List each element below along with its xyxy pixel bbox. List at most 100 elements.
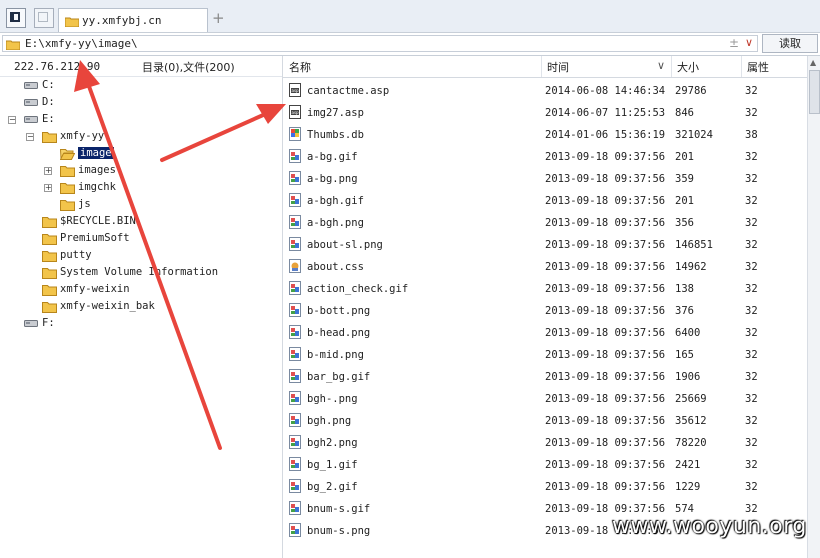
- tab-label: yy.xmfybj.cn: [82, 14, 162, 27]
- file-name: about-sl.png: [307, 239, 383, 251]
- file-attr: 38: [745, 129, 758, 141]
- path-input[interactable]: E:\xmfy-yy\image\ ± ∨: [2, 35, 758, 52]
- tab-active[interactable]: yy.xmfybj.cn: [58, 8, 208, 32]
- file-name: a-bgh.png: [307, 217, 364, 229]
- file-row[interactable]: Thumbs.db 2014-01-06 15:36:19 321024 38: [283, 124, 803, 146]
- tree-node-label: C:: [42, 79, 55, 91]
- file-row[interactable]: bgh.png 2013-09-18 09:37:56 35612 32: [283, 410, 803, 432]
- folder-icon: [60, 182, 75, 197]
- file-row[interactable]: a-bg.png 2013-09-18 09:37:56 359 32: [283, 168, 803, 190]
- file-row[interactable]: bg_1.gif 2013-09-18 09:37:56 2421 32: [283, 454, 803, 476]
- column-divider[interactable]: [671, 56, 672, 77]
- file-row[interactable]: about.css 2013-09-18 09:37:56 14962 32: [283, 256, 803, 278]
- scrollbar-thumb[interactable]: [809, 70, 820, 114]
- file-size: 376: [675, 305, 694, 317]
- panel-icon: [10, 12, 20, 22]
- svg-text:asp: asp: [292, 88, 300, 93]
- file-row[interactable]: bg_2.gif 2013-09-18 09:37:56 1229 32: [283, 476, 803, 498]
- directory-tree-panel: 222.76.212.90 目录(0),文件(200) C: D: E: − xmfy-…: [0, 56, 283, 558]
- file-name: b-bott.png: [307, 305, 371, 317]
- image-file-icon: [289, 457, 301, 471]
- file-name: a-bg.gif: [307, 151, 358, 163]
- folder-icon: [42, 250, 57, 265]
- chevron-down-icon[interactable]: ∨: [745, 36, 753, 49]
- expand-icon[interactable]: +: [44, 167, 52, 175]
- image-file-icon: [289, 413, 301, 427]
- column-time[interactable]: 时间: [547, 59, 569, 75]
- asp-file-icon: asp: [289, 83, 301, 97]
- tree-node-label: imgchk: [78, 181, 116, 193]
- folder-icon: [42, 131, 57, 146]
- file-row[interactable]: a-bgh.gif 2013-09-18 09:37:56 201 32: [283, 190, 803, 212]
- file-attr: 32: [745, 283, 758, 295]
- tree-node-label: F:: [42, 317, 55, 329]
- file-time: 2013-09-18 09:37:56: [545, 305, 666, 317]
- file-attr: 32: [745, 349, 758, 361]
- file-attr: 32: [745, 481, 758, 493]
- image-file-icon: [289, 325, 301, 339]
- file-size: 1229: [675, 481, 701, 493]
- file-name: Thumbs.db: [307, 129, 364, 141]
- expand-icon[interactable]: +: [44, 184, 52, 192]
- file-row[interactable]: bar_bg.gif 2013-09-18 09:37:56 1906 32: [283, 366, 803, 388]
- file-size: 165: [675, 349, 694, 361]
- file-time: 2013-09-18 09:37:56: [545, 459, 666, 471]
- column-name[interactable]: 名称: [289, 59, 311, 75]
- plus-minus-button[interactable]: ±: [729, 36, 739, 50]
- tree-header: 222.76.212.90 目录(0),文件(200): [0, 56, 282, 77]
- file-size: 359: [675, 173, 694, 185]
- vertical-scrollbar[interactable]: ▲: [807, 56, 820, 558]
- file-time: 2014-01-06 15:36:19: [545, 129, 666, 141]
- file-row[interactable]: a-bgh.png 2013-09-18 09:37:56 356 32: [283, 212, 803, 234]
- file-attr: 32: [745, 107, 758, 119]
- column-attr[interactable]: 属性: [747, 59, 769, 75]
- item-count: 目录(0),文件(200): [142, 61, 235, 74]
- file-size: 29786: [675, 85, 707, 97]
- file-size: 201: [675, 195, 694, 207]
- file-row[interactable]: bgh-.png 2013-09-18 09:37:56 25669 32: [283, 388, 803, 410]
- scroll-up-icon[interactable]: ▲: [810, 58, 816, 67]
- column-size[interactable]: 大小: [677, 59, 699, 75]
- tree-node-label: xmfy-weixin: [60, 283, 130, 295]
- file-time: 2013-09-18 09:37:56: [545, 437, 666, 449]
- file-row[interactable]: a-bg.gif 2013-09-18 09:37:56 201 32: [283, 146, 803, 168]
- column-divider[interactable]: [541, 56, 542, 77]
- file-row[interactable]: asp cantactme.asp 2014-06-08 14:46:34 29786…: [283, 80, 803, 102]
- file-time: 2013-09-18 09:37:56: [545, 349, 666, 361]
- watermark: www.wooyun.org: [612, 514, 807, 539]
- collapse-icon[interactable]: −: [8, 116, 16, 124]
- collapse-icon[interactable]: −: [26, 133, 34, 141]
- file-attr: 32: [745, 195, 758, 207]
- file-time: 2013-09-18 09:37:56: [545, 481, 666, 493]
- folder-icon: [6, 40, 20, 50]
- drive-icon: [24, 318, 38, 331]
- file-row[interactable]: action_check.gif 2013-09-18 09:37:56 138 32: [283, 278, 803, 300]
- folder-icon: [42, 301, 57, 316]
- file-size: 138: [675, 283, 694, 295]
- file-time: 2013-09-18 09:37:56: [545, 261, 666, 273]
- file-row[interactable]: b-bott.png 2013-09-18 09:37:56 376 32: [283, 300, 803, 322]
- file-time: 2014-06-07 11:25:53: [545, 107, 666, 119]
- file-time: 2013-09-18 09:37:56: [545, 393, 666, 405]
- file-attr: 32: [745, 327, 758, 339]
- file-time: 2013-09-18 09:37:56: [545, 327, 666, 339]
- panel-toggle-button[interactable]: [6, 8, 26, 28]
- drive-icon: [24, 80, 38, 93]
- file-row[interactable]: about-sl.png 2013-09-18 09:37:56 146851 32: [283, 234, 803, 256]
- read-button[interactable]: 读取: [762, 34, 818, 53]
- file-row[interactable]: asp img27.asp 2014-06-07 11:25:53 846 32: [283, 102, 803, 124]
- add-tab-button[interactable]: +: [212, 9, 225, 27]
- file-row[interactable]: b-head.png 2013-09-18 09:37:56 6400 32: [283, 322, 803, 344]
- file-row[interactable]: bgh2.png 2013-09-18 09:37:56 78220 32: [283, 432, 803, 454]
- folder-icon: [42, 233, 57, 248]
- file-attr: 32: [745, 85, 758, 97]
- css-file-icon: [289, 259, 301, 273]
- folder-icon: [42, 216, 57, 231]
- file-size: 1906: [675, 371, 701, 383]
- window-button[interactable]: [34, 8, 54, 28]
- file-time: 2013-09-18 09:37:56: [545, 415, 666, 427]
- svg-text:asp: asp: [292, 110, 300, 115]
- file-row[interactable]: b-mid.png 2013-09-18 09:37:56 165 32: [283, 344, 803, 366]
- column-divider[interactable]: [741, 56, 742, 77]
- image-file-icon: [289, 479, 301, 493]
